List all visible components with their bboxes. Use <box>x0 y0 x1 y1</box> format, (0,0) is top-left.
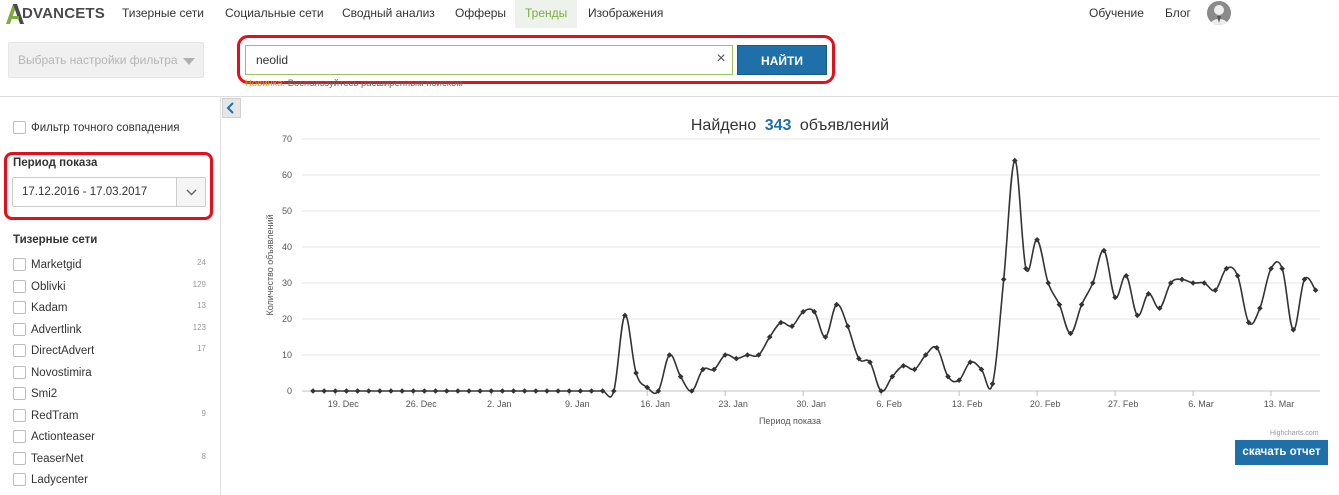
y-tick-label: 10 <box>282 350 292 360</box>
x-tick-label: 6. Feb <box>876 399 902 409</box>
data-point[interactable] <box>544 388 550 394</box>
chart-title-suffix: объявлений <box>800 117 889 134</box>
series-line <box>313 159 1317 398</box>
data-point[interactable] <box>1012 157 1018 164</box>
x-tick-label: 27. Feb <box>1108 399 1139 409</box>
data-point[interactable] <box>1134 312 1141 319</box>
x-tick-label: 19. Dec <box>328 399 360 409</box>
data-point[interactable] <box>332 388 339 394</box>
data-point[interactable] <box>421 388 428 394</box>
trend-chart: Найдено 343 объявлений Период показа Кол… <box>265 117 1320 426</box>
x-tick-label: 26. Dec <box>406 399 438 409</box>
data-point[interactable] <box>521 388 528 394</box>
data-point[interactable] <box>744 352 751 358</box>
x-tick-label: 13. Feb <box>952 399 983 409</box>
data-point[interactable] <box>533 388 539 394</box>
x-tick-label: 20. Feb <box>1030 399 1061 409</box>
data-point[interactable] <box>499 388 506 394</box>
download-report-button[interactable]: скачать отчет <box>1235 440 1328 465</box>
chart-credits[interactable]: Highcharts.com <box>1270 430 1319 437</box>
x-tick-label: 30. Jan <box>796 399 826 409</box>
data-point[interactable] <box>1000 276 1007 283</box>
data-point[interactable] <box>733 355 740 362</box>
data-point[interactable] <box>466 388 472 394</box>
chart-title: Найдено 343 объявлений <box>691 117 889 134</box>
data-point[interactable] <box>1078 301 1085 308</box>
data-point[interactable] <box>588 388 595 394</box>
y-axis-label: Количество объявлений <box>265 214 275 315</box>
x-tick-label: 9. Jan <box>565 399 590 409</box>
x-axis-label: Период показа <box>759 416 821 426</box>
data-point[interactable] <box>365 388 372 394</box>
data-point[interactable] <box>432 388 439 394</box>
x-tick-label: 23. Jan <box>718 399 748 409</box>
data-point[interactable] <box>1056 301 1063 308</box>
data-point[interactable] <box>399 388 405 394</box>
data-point[interactable] <box>610 388 617 394</box>
data-point[interactable] <box>310 388 316 394</box>
y-tick-label: 20 <box>282 314 292 324</box>
data-point[interactable] <box>555 388 561 394</box>
data-point[interactable] <box>377 388 383 394</box>
data-point[interactable] <box>488 388 495 394</box>
data-point[interactable] <box>577 388 584 394</box>
y-tick-label: 30 <box>282 278 292 288</box>
x-tick-label: 2. Jan <box>487 399 512 409</box>
y-tick-label: 60 <box>282 170 292 180</box>
data-point[interactable] <box>1257 305 1263 311</box>
data-point[interactable] <box>455 388 461 394</box>
y-tick-label: 70 <box>282 134 292 144</box>
data-point[interactable] <box>343 388 350 394</box>
data-point[interactable] <box>633 370 639 376</box>
data-point[interactable] <box>321 388 327 394</box>
y-tick-label: 0 <box>287 386 292 396</box>
data-point[interactable] <box>1179 276 1185 283</box>
data-point[interactable] <box>510 388 517 394</box>
x-tick-label: 13. Mar <box>1264 399 1295 409</box>
x-tick-label: 16. Jan <box>640 399 670 409</box>
data-point[interactable] <box>1112 294 1118 301</box>
data-point[interactable] <box>566 388 573 394</box>
data-point[interactable] <box>410 388 417 394</box>
data-point[interactable] <box>443 388 450 394</box>
chart-title-prefix: Найдено <box>691 117 756 134</box>
data-point[interactable] <box>1190 280 1196 286</box>
y-tick-label: 40 <box>282 242 292 252</box>
data-point[interactable] <box>1045 280 1052 286</box>
y-tick-label: 50 <box>282 206 292 216</box>
data-point[interactable] <box>388 388 394 394</box>
data-point[interactable] <box>1090 280 1096 286</box>
data-point[interactable] <box>354 388 361 394</box>
data-point[interactable] <box>1234 273 1241 279</box>
data-point[interactable] <box>477 388 483 394</box>
data-point[interactable] <box>989 381 996 387</box>
x-tick-label: 6. Mar <box>1188 399 1214 409</box>
data-point[interactable] <box>844 323 851 329</box>
data-point[interactable] <box>1279 265 1285 272</box>
chart-title-count: 343 <box>765 117 792 134</box>
